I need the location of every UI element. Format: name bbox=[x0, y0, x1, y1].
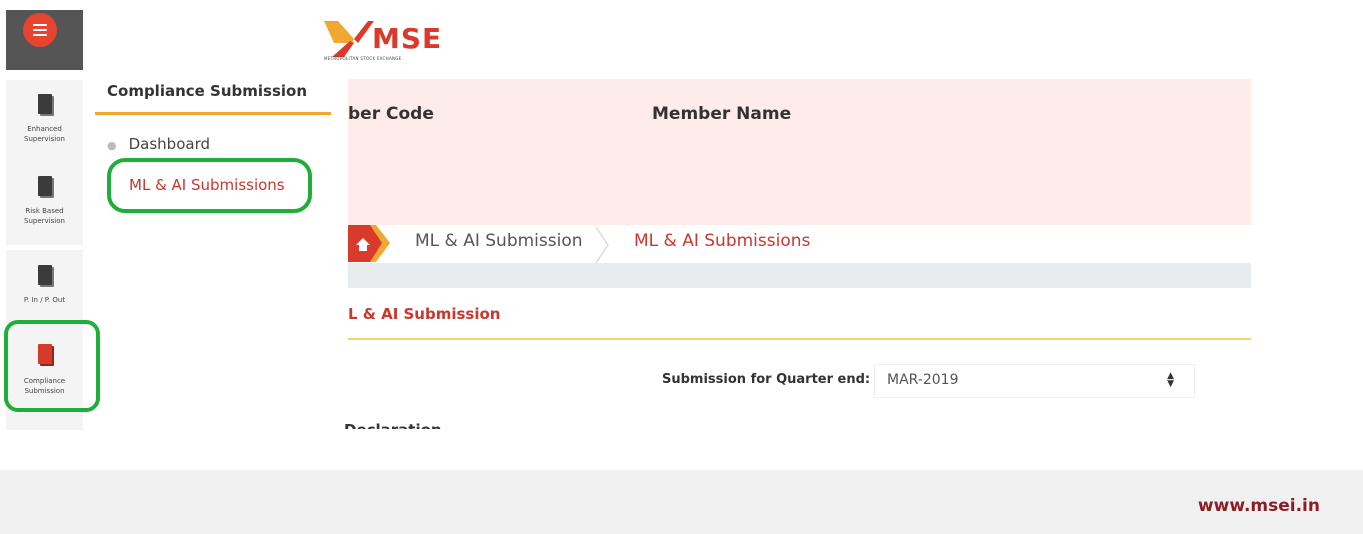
rail-item-label: Risk Based Supervision bbox=[24, 207, 65, 225]
rail-item-label: Compliance Submission bbox=[23, 377, 66, 395]
chevron-right-icon bbox=[595, 226, 609, 264]
book-icon bbox=[37, 265, 52, 285]
rail-item-label: P. In / P. Out bbox=[23, 296, 66, 304]
member-code-label: ber Code bbox=[348, 104, 434, 124]
logo-subtitle: METROPOLITAN STOCK EXCHANGE bbox=[324, 56, 402, 61]
quarter-select-value: MAR-2019 bbox=[887, 372, 959, 388]
member-name-label: Member Name bbox=[652, 104, 792, 124]
rail-item-enhanced-supervision[interactable]: Enhanced Supervision bbox=[6, 80, 83, 160]
footer: www.msei.in bbox=[0, 470, 1363, 534]
submenu-item-dashboard[interactable]: ● Dashboard bbox=[107, 135, 210, 153]
rail-item-risk-based-supervision[interactable]: Risk Based Supervision bbox=[6, 160, 83, 245]
rail-item-label: Enhanced Supervision bbox=[24, 125, 65, 143]
rail-item-p-in-p-out[interactable]: P. In / P. Out bbox=[6, 250, 83, 330]
quarter-select[interactable]: MAR-2019 ▲ ▼ bbox=[874, 364, 1195, 398]
declaration-heading: Declaration bbox=[344, 421, 442, 429]
submenu-item-label: Dashboard bbox=[128, 135, 210, 153]
bullet-icon: ● bbox=[107, 139, 117, 152]
submenu-divider bbox=[95, 112, 331, 115]
submenu-title: Compliance Submission bbox=[107, 82, 308, 100]
book-icon bbox=[37, 94, 52, 114]
breadcrumb-band bbox=[348, 263, 1251, 288]
breadcrumb-item-ml-ai-submission[interactable]: ML & AI Submission bbox=[415, 231, 583, 251]
rail-item-compliance-submission[interactable]: Compliance Submission bbox=[6, 330, 83, 430]
footer-url: www.msei.in bbox=[1197, 496, 1320, 516]
logo-text: MSE bbox=[372, 22, 443, 55]
book-icon bbox=[37, 344, 52, 364]
breadcrumb-item-ml-ai-submissions: ML & AI Submissions bbox=[634, 231, 811, 251]
book-icon bbox=[37, 176, 52, 196]
section-divider bbox=[348, 338, 1251, 340]
sort-arrows-icon: ▲ ▼ bbox=[1167, 371, 1174, 389]
quarter-label: Submission for Quarter end: bbox=[662, 372, 871, 387]
home-icon[interactable] bbox=[348, 225, 390, 262]
member-header bbox=[348, 79, 1251, 225]
hamburger-menu-icon[interactable] bbox=[23, 13, 57, 47]
submenu-item-ml-ai-submissions[interactable]: ML & AI Submissions bbox=[129, 176, 285, 194]
section-title: L & AI Submission bbox=[348, 305, 501, 323]
